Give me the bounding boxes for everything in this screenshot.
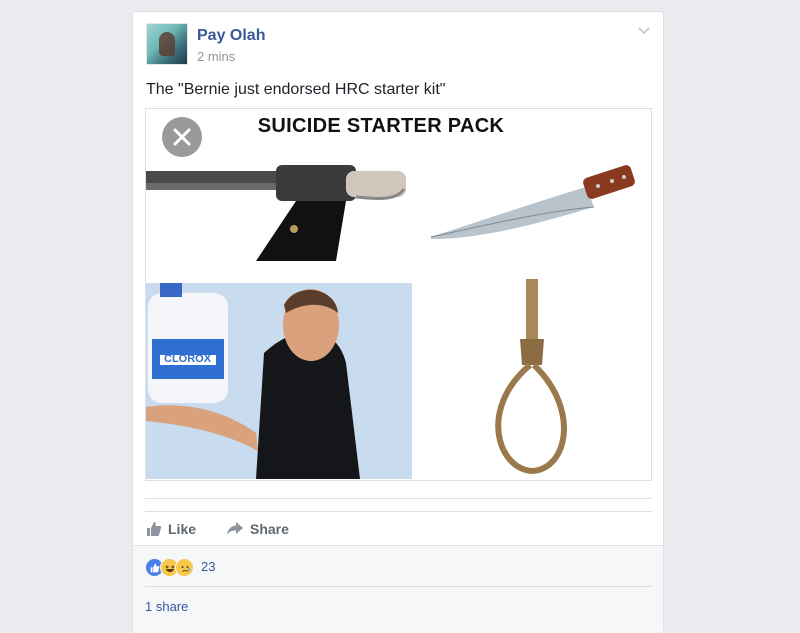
noose-image (495, 279, 567, 475)
media-footer (145, 480, 652, 498)
like-label: Like (168, 521, 197, 537)
reactions-divider (145, 586, 652, 587)
post-timestamp[interactable]: 2 mins (197, 49, 235, 64)
share-arrow-icon (227, 522, 243, 535)
thumbs-up-icon (147, 522, 162, 536)
author-name[interactable]: Pay Olah (197, 27, 265, 45)
meme-title: SUICIDE STARTER PACK (257, 115, 505, 137)
post-image[interactable]: SUICIDE STARTER PACK CLOROX (145, 108, 652, 499)
share-label: Share (250, 521, 289, 537)
reaction-icons[interactable] (145, 558, 194, 577)
reaction-count[interactable]: 23 (201, 559, 215, 574)
bleach-image: CLOROX (146, 283, 412, 479)
sad-icon (175, 558, 194, 577)
bleach-label: CLOROX (164, 353, 212, 365)
author-avatar[interactable] (146, 23, 188, 65)
like-button[interactable]: Like (146, 521, 196, 537)
revolver-image (146, 165, 406, 261)
post-card: Pay Olah 2 mins The "Bernie just endorse… (132, 11, 664, 633)
knife-image (430, 165, 635, 239)
chevron-down-icon[interactable] (637, 26, 651, 36)
share-count[interactable]: 1 share (145, 599, 188, 614)
reactions-bar: 23 1 share (133, 545, 663, 633)
share-button[interactable]: Share (226, 521, 289, 537)
actions-divider (145, 511, 652, 512)
post-text: The "Bernie just endorsed HRC starter ki… (146, 81, 446, 98)
